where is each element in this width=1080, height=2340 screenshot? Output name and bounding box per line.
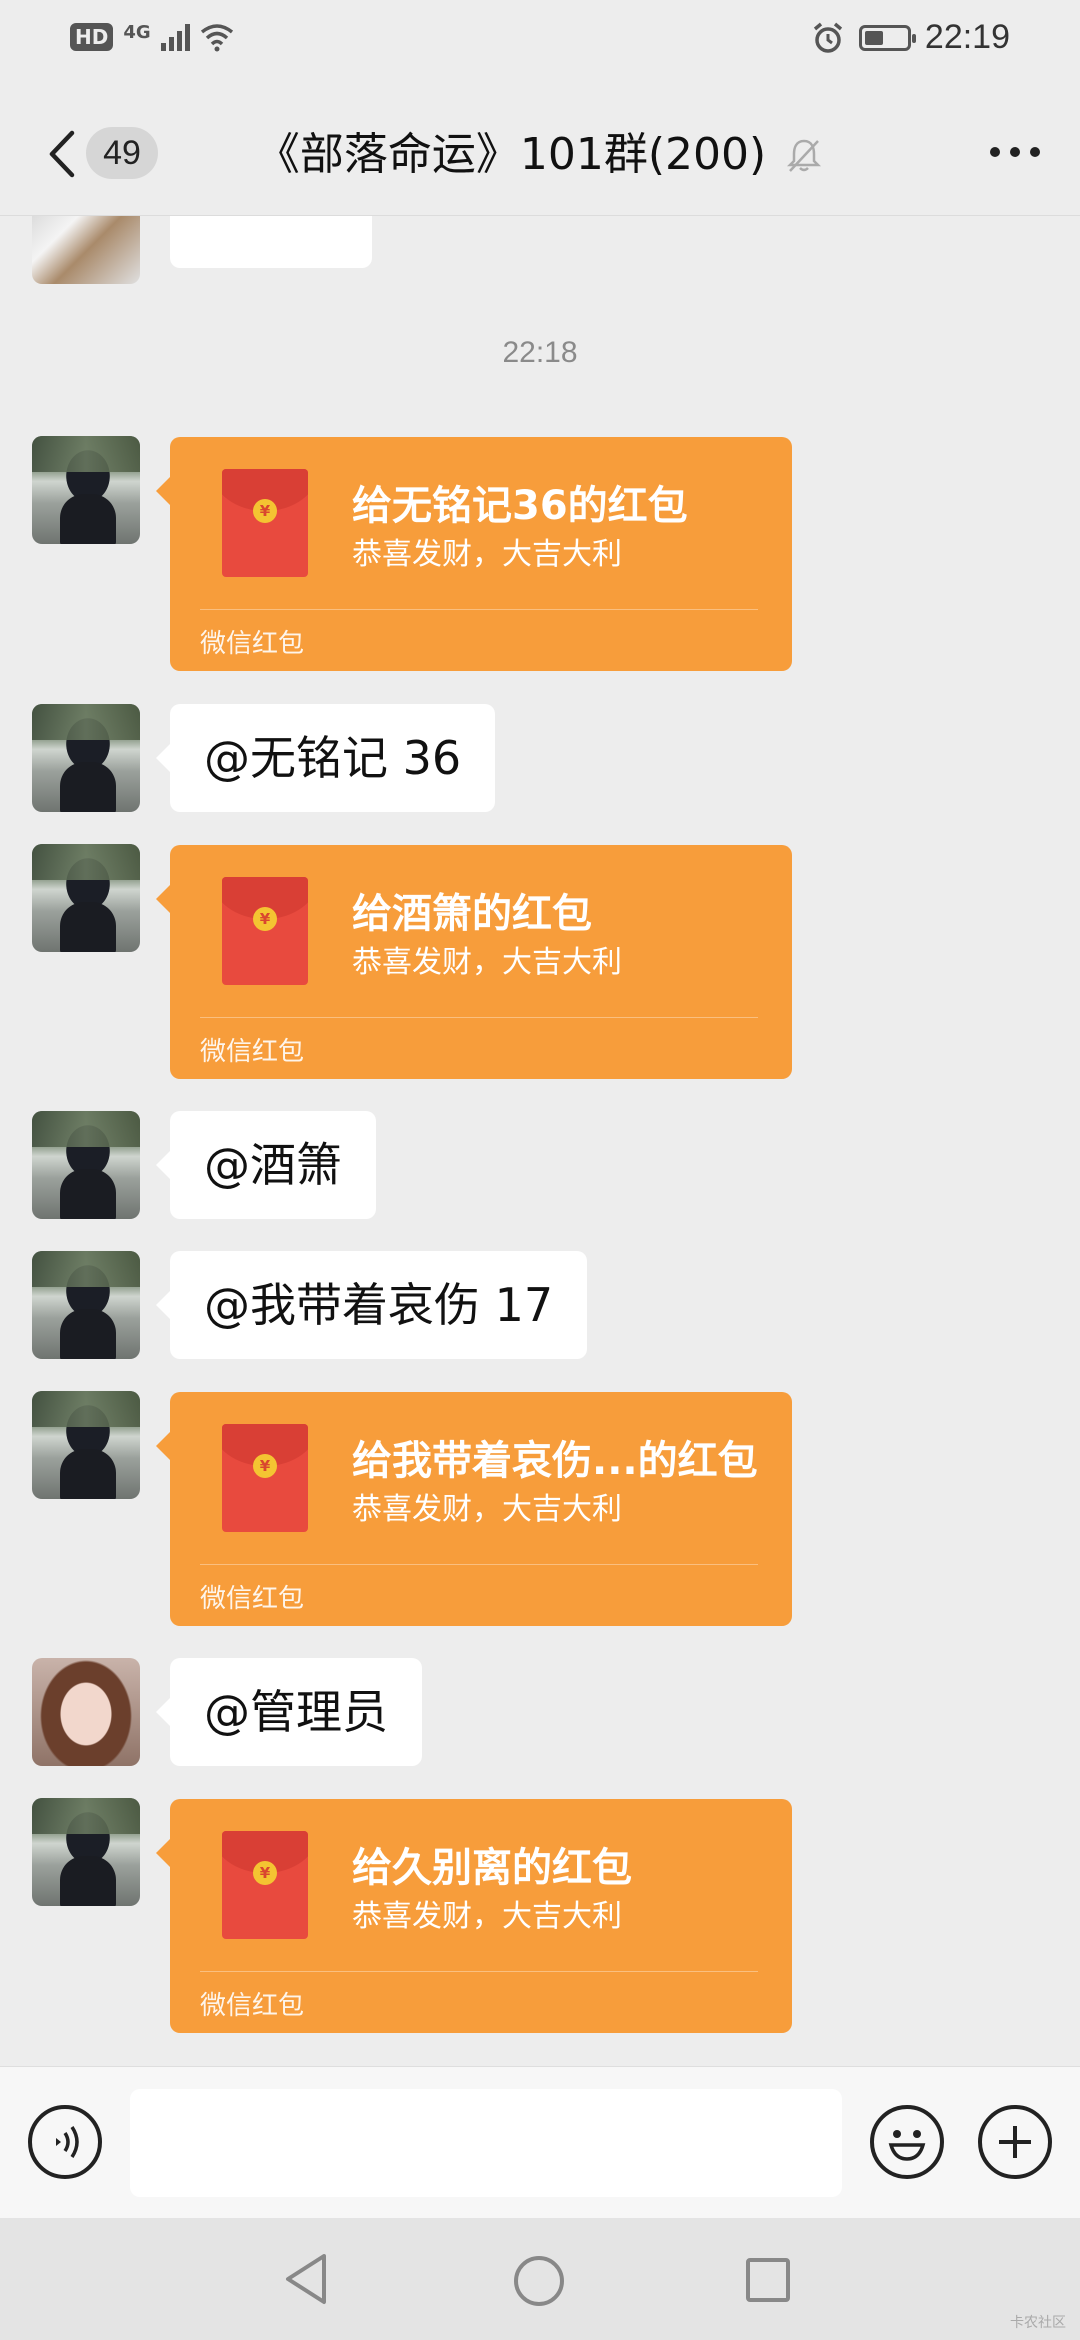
red-packet-title: 给无铭记36的红包: [352, 483, 688, 529]
red-packet-wish: 恭喜发财，大吉大利: [352, 537, 622, 572]
status-bar: HD 4G 22:19: [0, 0, 1080, 90]
red-packet-label: 微信红包: [200, 629, 305, 659]
voice-input-button[interactable]: [28, 2105, 102, 2179]
text-message[interactable]: @无铭记 36: [155, 704, 496, 812]
red-packet-wish: 恭喜发财，大吉大利: [352, 1492, 622, 1527]
mute-bell-icon: [787, 139, 822, 172]
red-packet-message[interactable]: ¥ 给无铭记36的红包 恭喜发财，大吉大利 微信红包: [156, 437, 792, 671]
text-message[interactable]: @酒箫: [156, 1111, 376, 1219]
red-packet-icon: ¥: [222, 877, 308, 985]
status-time: 22:19: [924, 18, 1010, 56]
system-recents-icon[interactable]: [746, 2258, 790, 2302]
input-bar: [0, 2066, 1080, 2219]
system-home-icon[interactable]: [514, 2256, 564, 2306]
red-packet-label: 微信红包: [200, 1037, 305, 1067]
status-icons-left: HD 4G: [70, 22, 234, 52]
message-timestamp: 22:18: [502, 336, 578, 369]
red-packet-icon: ¥: [222, 469, 308, 577]
system-navigation-bar: 卡农社区: [0, 2218, 1080, 2340]
avatar[interactable]: [32, 1391, 140, 1499]
watermark: 卡农社区: [1010, 2315, 1066, 2331]
hd-icon: HD: [70, 23, 114, 51]
red-packet-title: 给我带着哀伤...的红包: [352, 1438, 758, 1484]
emoji-icon: [888, 2130, 926, 2161]
red-packet-message[interactable]: ¥ 给我带着哀伤...的红包 恭喜发财，大吉大利 微信红包: [156, 1392, 792, 1626]
alarm-icon: [813, 22, 843, 53]
avatar[interactable]: [32, 1251, 140, 1359]
more-actions-button[interactable]: [978, 2105, 1052, 2179]
more-options-icon[interactable]: [990, 147, 1040, 157]
red-packet-message[interactable]: ¥ 给久别离的红包 恭喜发财，大吉大利 微信红包: [156, 1799, 792, 2033]
avatar[interactable]: [32, 1798, 140, 1906]
message-list[interactable]: 22:18 ¥ 给无铭记36的红包 恭喜发财，大吉大利 微信红包 @无铭记 36…: [0, 216, 1080, 2066]
text-message[interactable]: @管理员: [156, 1658, 422, 1766]
red-packet-title: 给酒箫的红包: [352, 891, 592, 937]
wifi-icon: [200, 24, 233, 52]
avatar[interactable]: [32, 216, 140, 284]
voice-icon: [56, 2126, 79, 2158]
message-input[interactable]: [130, 2089, 842, 2197]
avatar[interactable]: [32, 844, 140, 952]
chat-header: 49 《部落命运》101群(200): [0, 95, 1080, 216]
red-packet-wish: 恭喜发财，大吉大利: [352, 1899, 622, 1934]
red-packet-label: 微信红包: [200, 1584, 305, 1614]
avatar[interactable]: [32, 1111, 140, 1219]
battery-icon: [858, 24, 916, 51]
chat-title: 《部落命运》101群(200): [255, 129, 767, 180]
avatar[interactable]: [32, 704, 140, 812]
red-packet-icon: ¥: [222, 1424, 308, 1532]
red-packet-message[interactable]: ¥ 给酒箫的红包 恭喜发财，大吉大利 微信红包: [156, 845, 792, 1079]
red-packet-label: 微信红包: [200, 1991, 305, 2021]
red-packet-icon: ¥: [222, 1831, 308, 1939]
emoji-button[interactable]: [870, 2105, 944, 2179]
status-icons-right: 22:19: [811, 18, 1010, 57]
red-packet-wish: 恭喜发财，大吉大利: [352, 945, 622, 980]
avatar[interactable]: [32, 1658, 140, 1766]
plus-icon: [999, 2126, 1031, 2158]
avatar[interactable]: [32, 436, 140, 544]
red-packet-title: 给久别离的红包: [352, 1845, 632, 1891]
network-type: 4G: [123, 22, 151, 43]
signal-icon: [160, 23, 190, 51]
system-back-icon[interactable]: [282, 2252, 330, 2306]
previous-message-bubble[interactable]: [170, 216, 372, 268]
text-message[interactable]: @我带着哀伤 17: [155, 1251, 588, 1359]
